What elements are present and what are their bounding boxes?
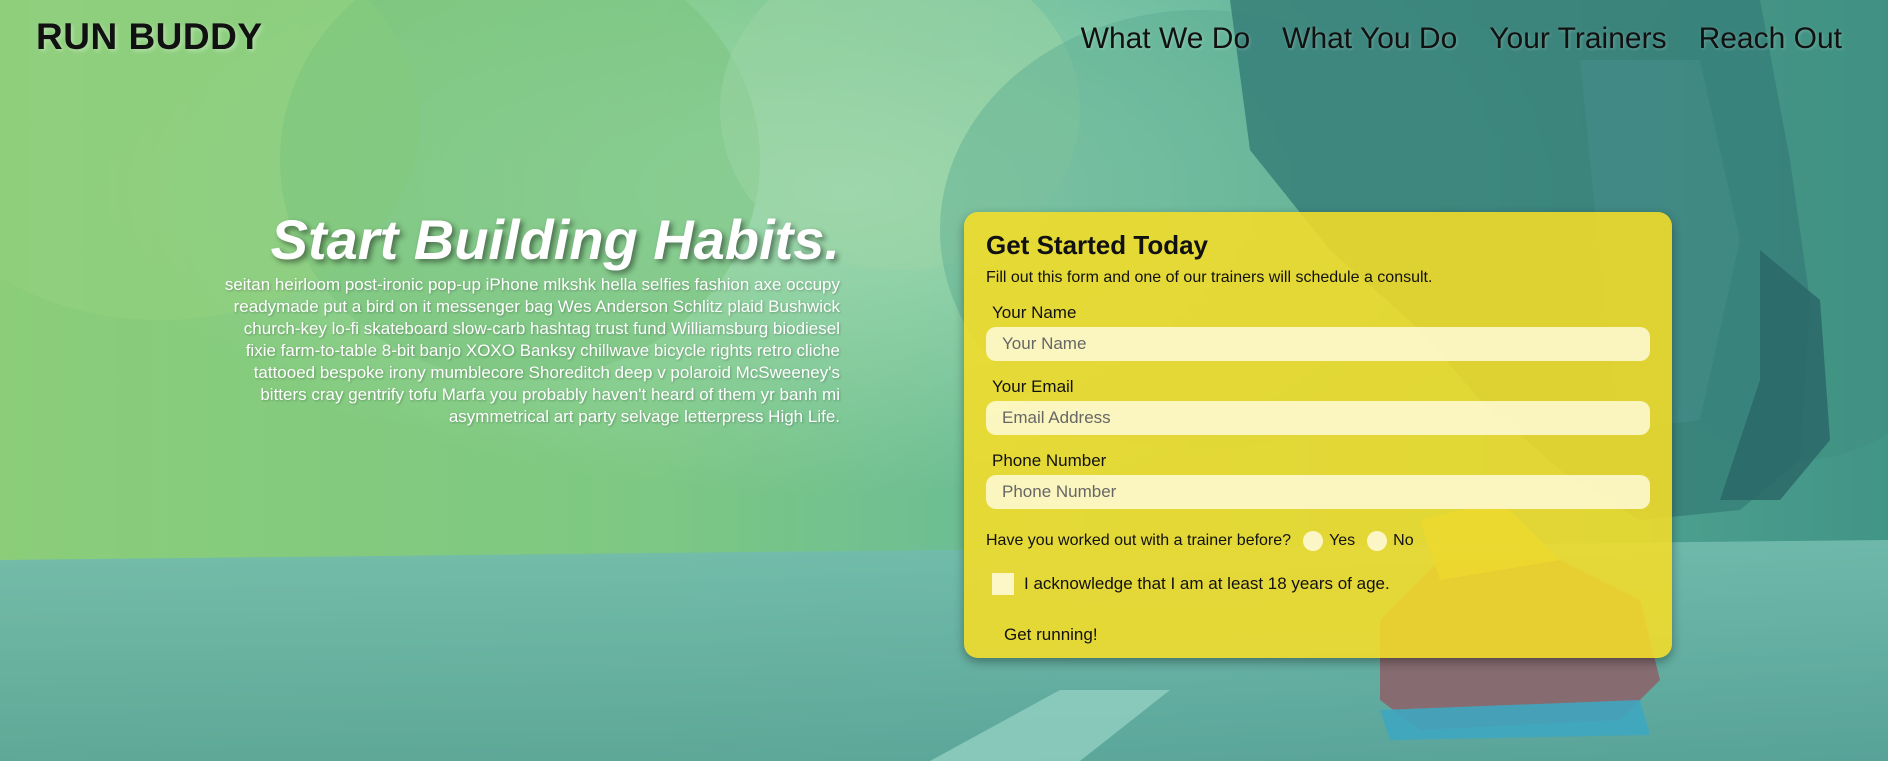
form-title: Get Started Today: [986, 230, 1209, 260]
signup-form: Get Started Today Fill out this form and…: [964, 212, 1672, 658]
intro-body: seitan heirloom post-ironic pop-up iPhon…: [224, 275, 840, 426]
yes-radio[interactable]: [1303, 531, 1324, 551]
site-logo[interactable]: RUN BUDDY: [36, 16, 263, 58]
name-label: Your Name: [992, 303, 1077, 322]
no-label: No: [1393, 532, 1414, 549]
intro-section: Start Building Habits. seitan heirloom p…: [220, 212, 840, 428]
phone-label: Phone Number: [992, 451, 1107, 470]
form-subtitle: Fill out this form and one of our traine…: [986, 269, 1433, 286]
email-label: Your Email: [992, 377, 1074, 396]
no-radio[interactable]: [1367, 531, 1388, 551]
hero-section: RUN BUDDY What We Do What You Do Your Tr…: [0, 0, 1888, 761]
trainer-question-label: Have you worked out with a trainer befor…: [986, 532, 1292, 549]
nav-link-reach-out[interactable]: Reach Out: [1699, 22, 1842, 56]
nav-link-what-you-do[interactable]: What You Do: [1282, 22, 1457, 56]
main-nav: What We Do What You Do Your Trainers Rea…: [1081, 22, 1842, 56]
email-input[interactable]: [986, 401, 1650, 435]
yes-label: Yes: [1329, 532, 1356, 549]
site-header: RUN BUDDY What We Do What You Do Your Tr…: [0, 0, 1888, 80]
nav-link-your-trainers[interactable]: Your Trainers: [1489, 22, 1666, 56]
intro-heading: Start Building Habits.: [270, 208, 840, 271]
trainer-question-row: Have you worked out with a trainer befor…: [986, 531, 1650, 551]
nav-link-what-we-do[interactable]: What We Do: [1081, 22, 1251, 56]
age-acknowledge-row: I acknowledge that I am at least 18 year…: [992, 573, 1650, 595]
phone-input[interactable]: [986, 475, 1650, 509]
age-acknowledge-checkbox[interactable]: [992, 573, 1014, 595]
age-acknowledge-label: I acknowledge that I am at least 18 year…: [1024, 574, 1390, 593]
submit-button[interactable]: Get running!: [1004, 625, 1098, 645]
name-input[interactable]: [986, 327, 1650, 361]
